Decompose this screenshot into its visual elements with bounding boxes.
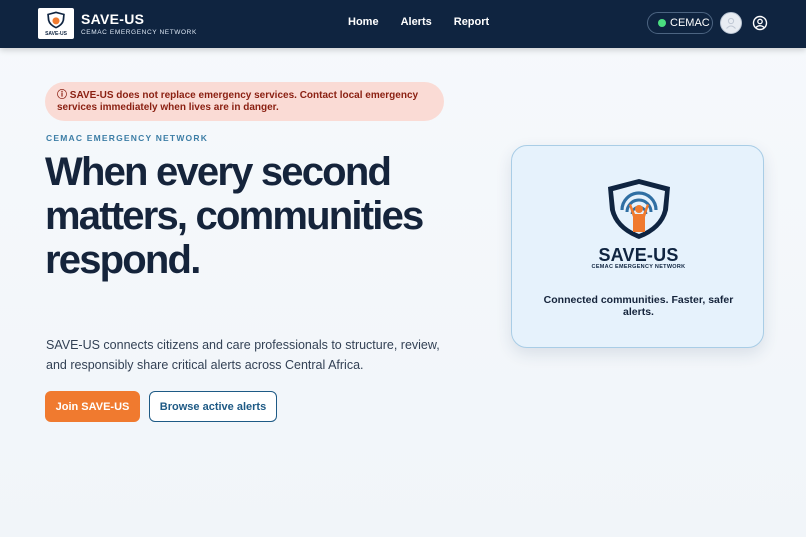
brand-text: SAVE-US CEMAC EMERGENCY NETWORK [81, 11, 197, 36]
hero-lead: SAVE-US connects citizens and care profe… [46, 338, 440, 372]
region-selector[interactable]: CEMAC [647, 12, 713, 34]
hero-headline: When every second matters, communities r… [45, 150, 424, 282]
user-circle-icon[interactable] [752, 15, 768, 31]
top-navbar: SAVE-US SAVE-US CEMAC EMERGENCY NETWORK … [0, 0, 806, 48]
nav-home[interactable]: Home [348, 16, 379, 28]
shield-icon [47, 11, 65, 29]
avatar-placeholder-icon [726, 17, 736, 29]
join-button[interactable]: Join SAVE-US [45, 391, 140, 422]
region-status-dot [658, 19, 666, 27]
browse-alerts-button[interactable]: Browse active alerts [149, 391, 277, 422]
info-circle-icon: ⓘ [57, 90, 67, 101]
card-tagline: Connected communities. Faster, safer ale… [543, 294, 734, 318]
disclaimer-text: SAVE-US does not replace emergency servi… [57, 90, 419, 113]
brand-name: SAVE-US [81, 11, 145, 27]
main-nav: Home Alerts Report [348, 16, 511, 28]
nav-report[interactable]: Report [454, 16, 489, 28]
region-label: CEMAC [670, 17, 710, 29]
hero-eyebrow: CEMAC EMERGENCY NETWORK [46, 133, 209, 143]
card-brand-name: SAVE-US [598, 245, 679, 265]
hero-brand-card: SAVE-US CEMAC EMERGENCY NETWORK Connecte… [511, 145, 764, 348]
avatar[interactable] [720, 12, 742, 34]
emergency-disclaimer-banner: ⓘ SAVE-US does not replace emergency ser… [45, 82, 444, 121]
save-us-shield-icon [608, 179, 670, 239]
card-brand-subtitle: CEMAC EMERGENCY NETWORK [591, 264, 686, 270]
brand[interactable]: SAVE-US SAVE-US CEMAC EMERGENCY NETWORK [38, 8, 197, 39]
brand-logo: SAVE-US [38, 8, 74, 39]
brand-subtitle: CEMAC EMERGENCY NETWORK [81, 29, 197, 36]
nav-alerts[interactable]: Alerts [401, 16, 432, 28]
brand-logo-text: SAVE-US [45, 31, 67, 37]
